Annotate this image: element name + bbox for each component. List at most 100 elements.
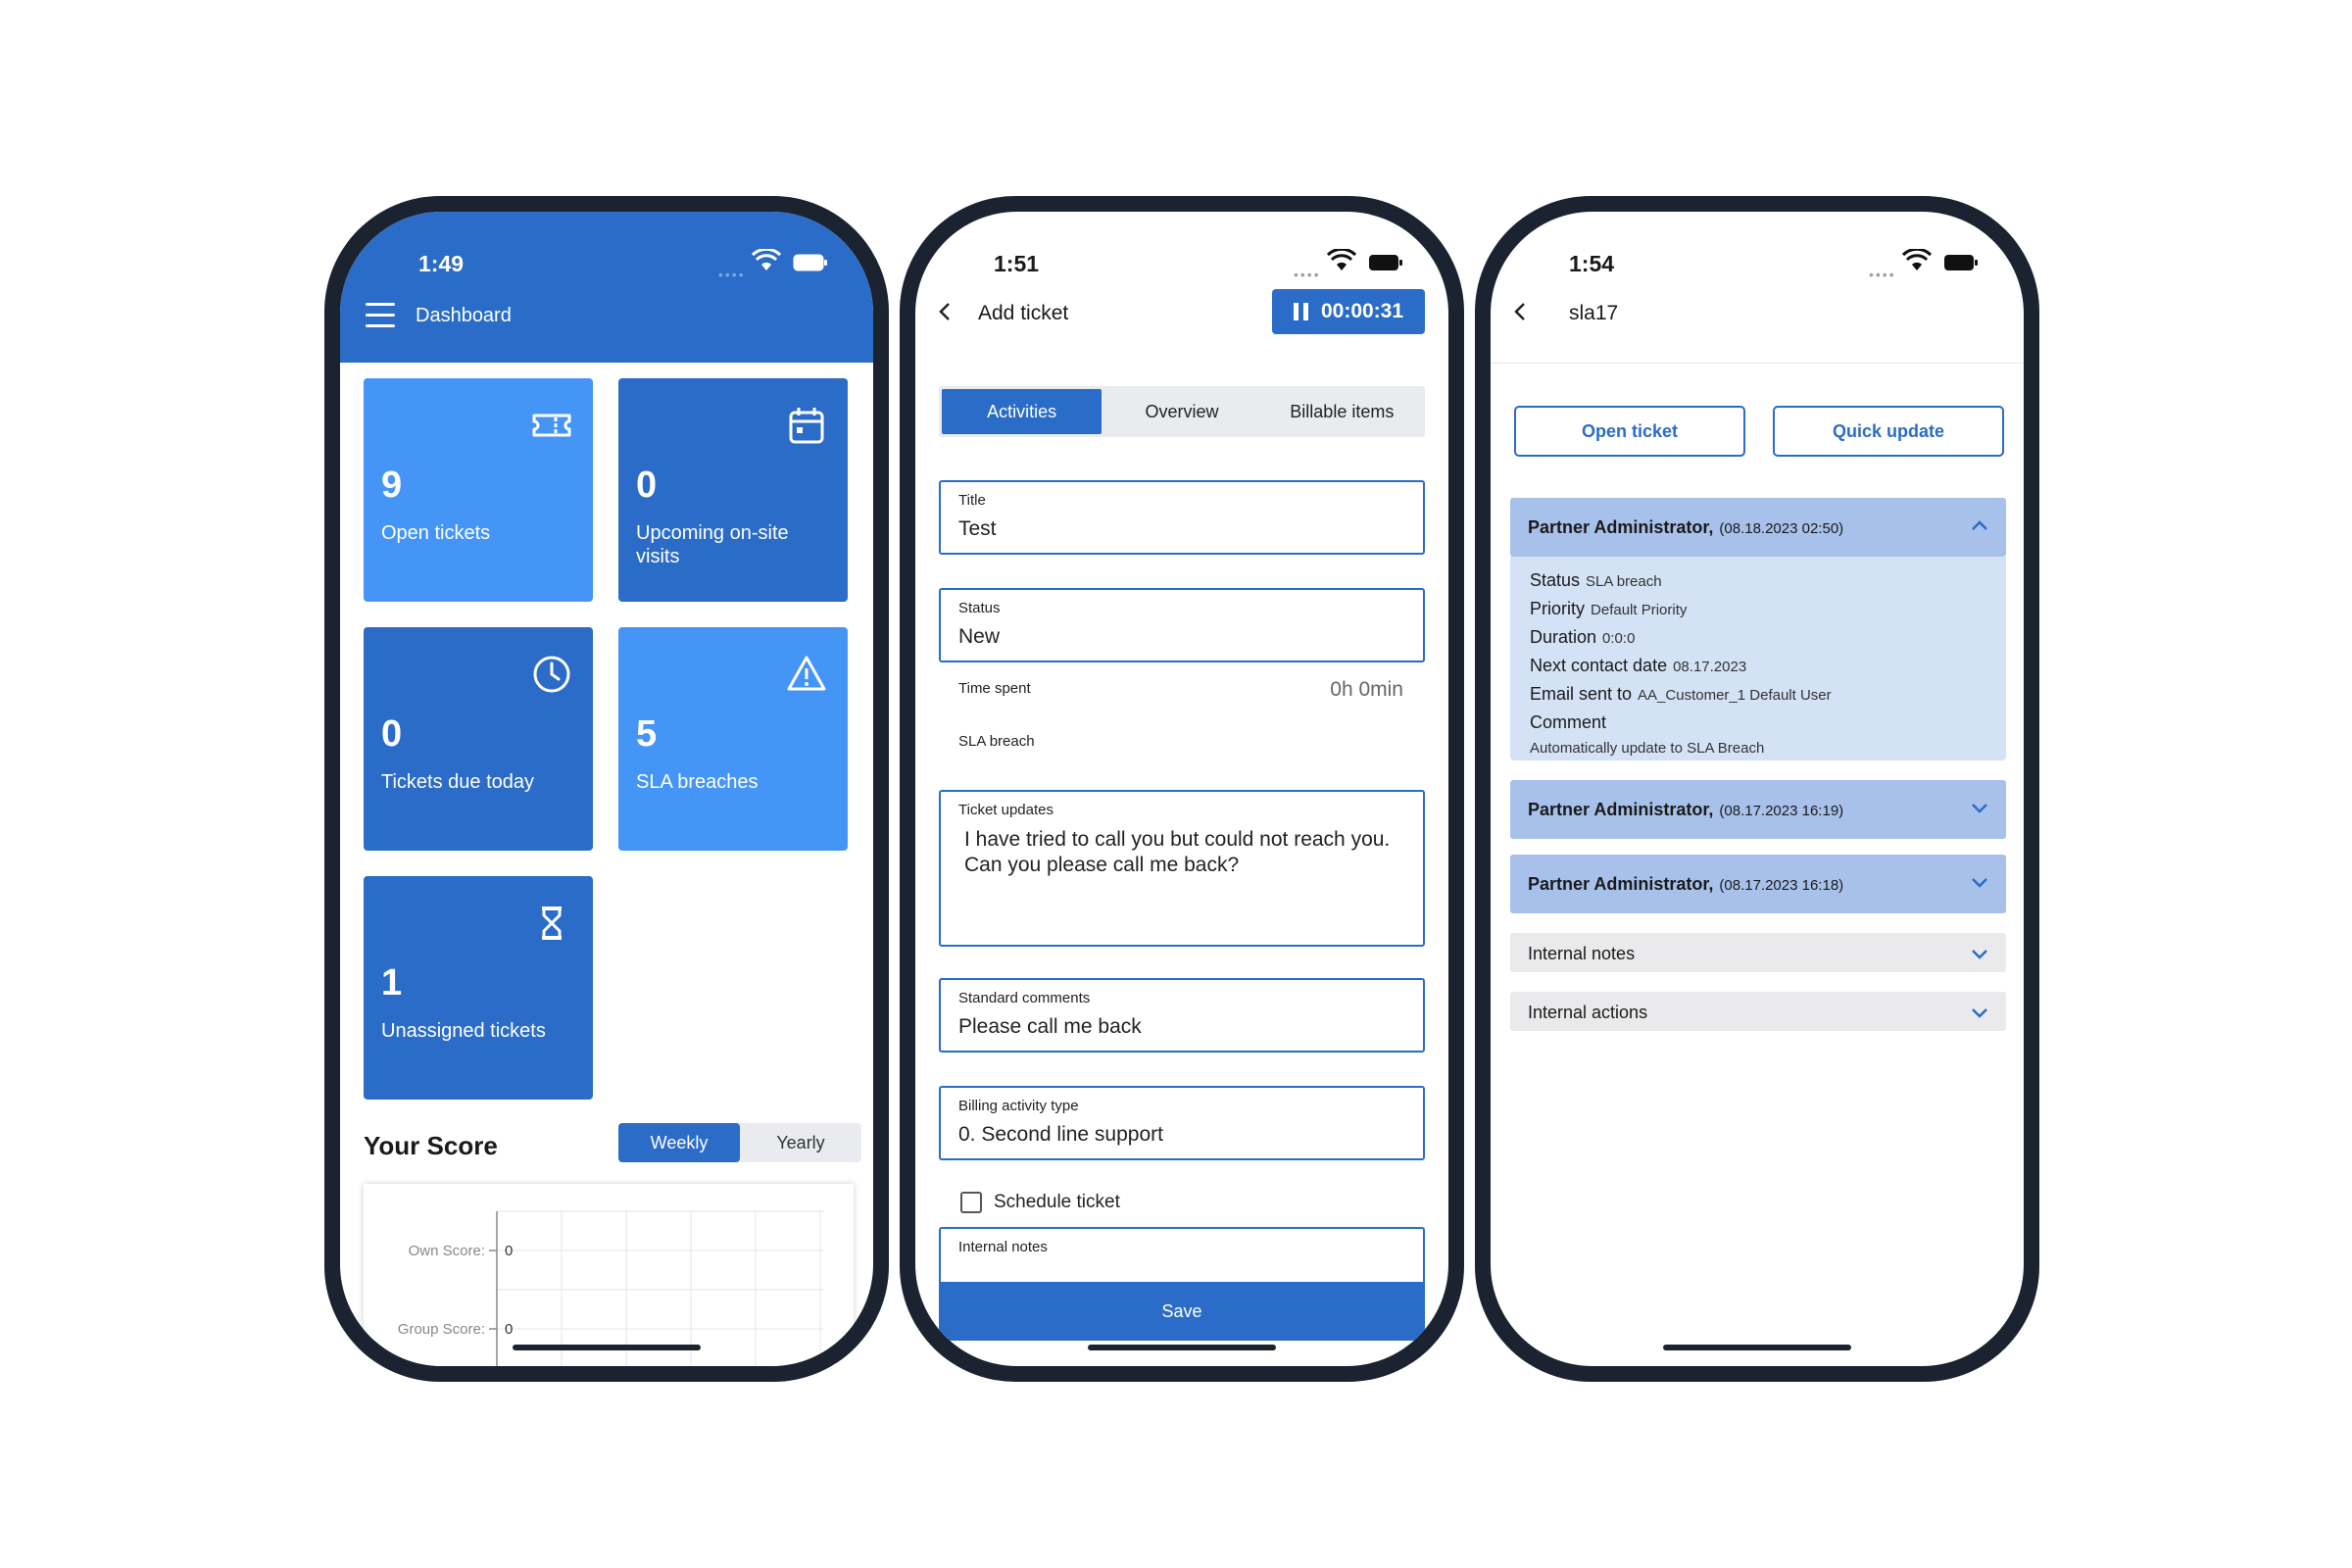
back-chevron-icon[interactable]	[1510, 301, 1532, 322]
detail-value: SLA breach	[1586, 573, 1662, 590]
tile-unassigned-tickets[interactable]: 1 Unassigned tickets	[364, 876, 593, 1100]
phone-ticket-history: 1:54 •••• sla17 Open ticket Quick update…	[1475, 196, 2039, 1382]
toggle-yearly[interactable]: Yearly	[740, 1123, 861, 1162]
home-indicator[interactable]	[1663, 1345, 1851, 1350]
battery-icon	[1944, 255, 1978, 270]
history-entry-header[interactable]: Partner Administrator, (08.18.2023 02:50)	[1510, 498, 2006, 557]
field-label: Title	[958, 492, 986, 509]
menu-icon[interactable]	[366, 303, 395, 327]
page-title: Dashboard	[416, 305, 512, 326]
phone-dashboard: 1:49 •••• Dashboard 9 Open tickets 0 Upc…	[324, 196, 889, 1382]
status-time: 1:54	[1569, 251, 1615, 276]
detail-key: Next contact date	[1530, 656, 1668, 675]
chevron-down-icon	[1972, 1008, 1987, 1018]
timer-button[interactable]: 00:00:31	[1272, 289, 1425, 334]
time-spent-label: Time spent	[958, 680, 1031, 697]
field-label: Standard comments	[958, 990, 1091, 1006]
entry-author: Partner Administrator,	[1528, 517, 1714, 537]
detail-row: Email sent to AA_Customer_1 Default User	[1530, 680, 1986, 709]
status-time: 1:49	[418, 251, 465, 276]
entry-date: (08.17.2023 16:19)	[1719, 803, 1844, 819]
history-entry-details: Status SLA breach Priority Default Priorit…	[1510, 557, 2006, 760]
open-ticket-button[interactable]: Open ticket	[1514, 406, 1745, 457]
tile-label: Tickets due today	[381, 771, 535, 793]
calendar-icon	[789, 408, 824, 444]
tile-value: 0	[636, 465, 658, 506]
page-title: sla17	[1569, 302, 1619, 324]
detail-value: AA_Customer_1 Default User	[1638, 687, 1832, 704]
history-entry-header[interactable]: Partner Administrator, (08.17.2023 16:19)	[1510, 780, 2006, 839]
internal-actions-section[interactable]: Internal actions	[1510, 992, 2006, 1031]
ticket-icon	[532, 414, 571, 437]
status-bar: 1:49 ••••	[340, 212, 873, 300]
back-chevron-icon[interactable]	[935, 301, 956, 322]
warning-icon	[787, 656, 826, 691]
add-ticket-screen: 1:51 •••• Add ticket 00:00:31 Activities…	[915, 212, 1448, 1366]
tab-overview[interactable]: Overview	[1102, 389, 1261, 434]
detail-row: Duration 0:0:0	[1530, 623, 1986, 652]
tile-upcoming-visits[interactable]: 0 Upcoming on-site visits	[618, 378, 848, 602]
home-indicator[interactable]	[513, 1345, 701, 1350]
score-chart: Own Score: 0 Group Score: 0	[398, 1210, 824, 1366]
tile-value: 9	[381, 465, 403, 506]
own-score-label: Own Score:	[409, 1243, 485, 1259]
battery-icon	[793, 254, 827, 271]
field-value: Test	[958, 517, 997, 540]
time-spent-value[interactable]: 0h 0min	[1330, 678, 1403, 702]
signal-icon: ••••	[1869, 267, 1896, 282]
field-label: Billing activity type	[958, 1098, 1079, 1114]
save-button[interactable]: Save	[939, 1282, 1425, 1341]
header-divider	[1491, 363, 2024, 364]
comment-label: Comment	[1530, 712, 1607, 732]
detail-value: 0:0:0	[1602, 630, 1636, 647]
detail-value: 08.17.2023	[1673, 659, 1747, 675]
detail-row: Status SLA breach	[1530, 566, 1986, 595]
own-score-value: 0	[505, 1243, 513, 1259]
detail-key: Status	[1530, 570, 1581, 590]
entry-author: Partner Administrator,	[1528, 800, 1714, 819]
wifi-icon	[1902, 249, 1932, 270]
score-period-toggle: Weekly Yearly	[618, 1123, 861, 1162]
ticket-updates-field[interactable]: Ticket updates I have tried to call you …	[939, 790, 1425, 947]
tile-value: 1	[381, 962, 403, 1004]
standard-comments-field[interactable]: Standard comments Please call me back	[939, 978, 1425, 1053]
toggle-weekly[interactable]: Weekly	[618, 1123, 740, 1162]
chevron-down-icon	[1972, 878, 1987, 888]
detail-key: Priority	[1530, 599, 1586, 618]
section-label: Internal actions	[1528, 1003, 1648, 1022]
history-entry-header[interactable]: Partner Administrator, (08.17.2023 16:18)	[1510, 855, 2006, 913]
field-value: Please call me back	[958, 1015, 1142, 1038]
detail-row: Priority Default Priority	[1530, 595, 1986, 623]
detail-value: Default Priority	[1591, 602, 1688, 618]
wifi-icon	[752, 249, 781, 270]
wifi-icon	[1327, 249, 1356, 270]
ticket-history-screen: 1:54 •••• sla17 Open ticket Quick update…	[1491, 212, 2024, 1366]
tile-open-tickets[interactable]: 9 Open tickets	[364, 378, 593, 602]
title-field[interactable]: Title Test	[939, 480, 1425, 555]
status-bar: 1:54 ••••	[1491, 212, 2024, 300]
status-field[interactable]: Status New	[939, 588, 1425, 662]
billing-activity-field[interactable]: Billing activity type 0. Second line sup…	[939, 1086, 1425, 1160]
detail-key: Duration	[1530, 627, 1597, 647]
battery-icon	[1369, 255, 1402, 270]
tile-sla-breaches[interactable]: 5 SLA breaches	[618, 627, 848, 851]
tile-value: 0	[381, 713, 403, 755]
score-chart-card: Own Score: 0 Group Score: 0	[364, 1184, 854, 1366]
ticket-tabs: Activities Overview Billable items	[939, 386, 1425, 437]
sla-breach-label: SLA breach	[958, 733, 1035, 750]
tile-due-today[interactable]: 0 Tickets due today	[364, 627, 593, 851]
detail-key: Email sent to	[1530, 684, 1633, 704]
field-value: I have tried to call you but could not r…	[964, 828, 1391, 876]
detail-row: Next contact date 08.17.2023	[1530, 652, 1986, 680]
schedule-ticket-checkbox[interactable]	[960, 1192, 982, 1213]
tile-label: SLA breaches	[636, 771, 759, 793]
field-label: Status	[958, 600, 1001, 616]
quick-update-button[interactable]: Quick update	[1773, 406, 2004, 457]
clock-icon	[533, 656, 570, 693]
tab-billable-items[interactable]: Billable items	[1262, 389, 1422, 434]
chevron-down-icon	[1972, 804, 1987, 813]
home-indicator[interactable]	[1088, 1345, 1276, 1350]
internal-notes-section[interactable]: Internal notes	[1510, 933, 2006, 972]
tab-activities[interactable]: Activities	[942, 389, 1102, 434]
tile-label: Open tickets	[381, 522, 491, 544]
